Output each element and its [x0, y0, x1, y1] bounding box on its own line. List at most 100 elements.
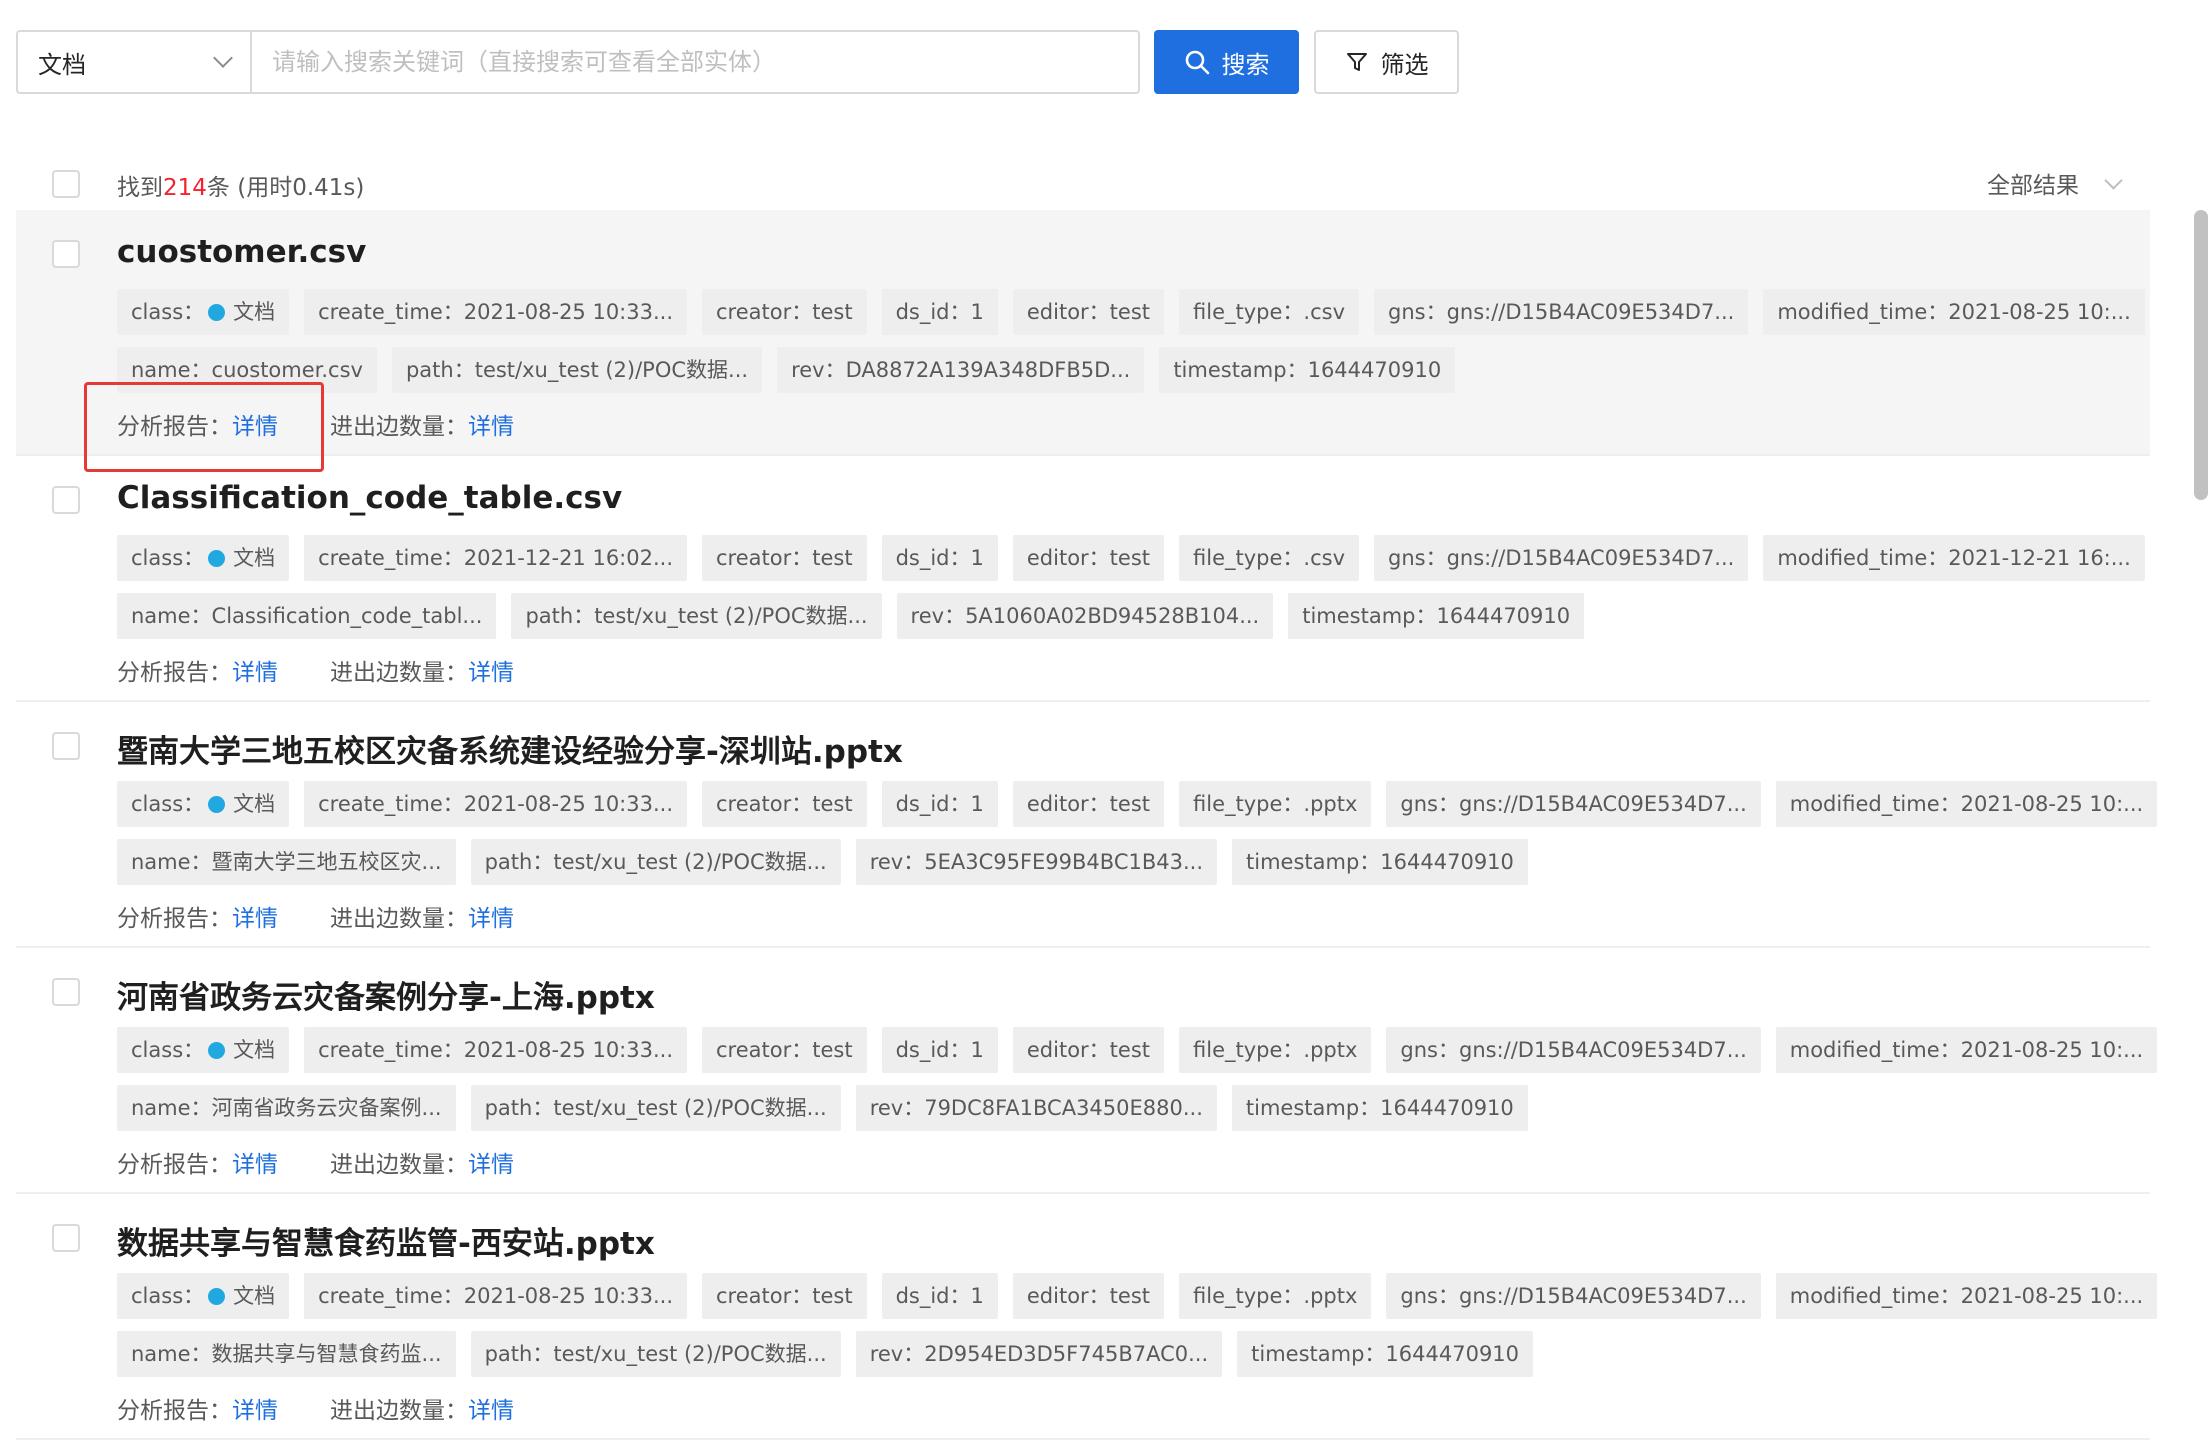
edge-count-link[interactable]: 详情: [468, 660, 514, 686]
property-tag: name：Classification_code_tabl...: [117, 593, 497, 639]
analysis-report: 分析报告：详情: [117, 653, 278, 687]
result-item[interactable]: 河南省政务云灾备案例分享-上海.pptx class： 文档 create_tim…: [16, 948, 2158, 1194]
property-tag: timestamp：1644470910: [1237, 1331, 1534, 1377]
search-icon: [1185, 50, 1209, 75]
property-tag: modified_time：2021-08-25 10:...: [1775, 1027, 2158, 1073]
property-tag: modified_time：2021-12-21 16:...: [1763, 535, 2145, 581]
property-tag: timestamp：1644470910: [1231, 1085, 1528, 1131]
result-item[interactable]: Classification_code_table.csv class： 文档 c…: [16, 456, 2150, 702]
search-input[interactable]: [250, 30, 1140, 94]
result-title[interactable]: Classification_code_table.csv: [117, 480, 622, 516]
highlight-annotation-box: [84, 382, 324, 472]
chevron-down-icon: [213, 48, 233, 68]
property-tag: editor：test: [1012, 781, 1165, 827]
result-item[interactable]: cuostomer.csv class： 文档 create_time：2021-…: [16, 210, 2150, 456]
analysis-report-label: 分析报告：: [117, 660, 232, 686]
count-suffix: 条 (用时0.41s): [206, 175, 365, 201]
filter-icon: [1346, 53, 1367, 71]
property-tag: create_time：2021-12-21 16:02...: [304, 535, 688, 581]
property-tag: editor：test: [1012, 1027, 1165, 1073]
class-dot-icon: [208, 549, 226, 567]
class-key: class：: [131, 546, 205, 570]
property-row: class： 文档 create_time：2021-08-25 10:33...…: [117, 1273, 2158, 1319]
property-tag: timestamp：1644470910: [1232, 839, 1528, 885]
edge-count-label: 进出边数量：: [330, 906, 468, 932]
property-tag: creator：test: [702, 535, 867, 581]
edge-count-link[interactable]: 详情: [468, 1398, 514, 1424]
analysis-report-label: 分析报告：: [117, 1398, 232, 1424]
property-tag: ds_id：1: [881, 1027, 998, 1073]
analysis-report: 分析报告：详情: [117, 1145, 278, 1179]
property-tag: editor：test: [1012, 289, 1165, 335]
result-links: 分析报告：详情 进出边数量：详情: [117, 899, 514, 933]
all-results-label: 全部结果: [1987, 173, 2079, 199]
class-key: class：: [131, 300, 205, 324]
property-tag: create_time：2021-08-25 10:33...: [304, 781, 688, 827]
edge-count-link[interactable]: 详情: [468, 906, 514, 932]
all-results-dropdown[interactable]: 全部结果: [1987, 166, 2123, 200]
result-item[interactable]: 暨南大学三地五校区灾备系统建设经验分享-深圳站.pptx class： 文档 cr…: [16, 702, 2158, 948]
edge-count: 进出边数量：详情: [330, 1391, 514, 1425]
result-title[interactable]: 数据共享与智慧食药监管-西安站.pptx: [117, 1218, 655, 1263]
class-value: 文档: [233, 546, 276, 570]
select-all-checkbox[interactable]: [52, 170, 80, 198]
class-value: 文档: [233, 1038, 276, 1062]
property-tag-class: class： 文档: [117, 1273, 290, 1319]
property-tag: path：test/xu_test (2)/POC数据...: [470, 1085, 841, 1131]
result-title[interactable]: 河南省政务云灾备案例分享-上海.pptx: [117, 972, 655, 1017]
result-checkbox[interactable]: [52, 732, 80, 760]
result-checkbox[interactable]: [52, 240, 80, 268]
scrollbar-thumb[interactable]: [2194, 210, 2208, 500]
edge-count-link[interactable]: 详情: [468, 414, 514, 440]
result-title[interactable]: cuostomer.csv: [117, 234, 366, 270]
chevron-down-icon: [2104, 170, 2123, 190]
property-tag: creator：test: [702, 289, 867, 335]
class-dot-icon: [208, 1287, 226, 1305]
property-tag: file_type：.csv: [1179, 289, 1359, 335]
property-tag: creator：test: [702, 1273, 867, 1319]
property-tag: ds_id：1: [881, 289, 998, 335]
property-row: class： 文档 create_time：2021-08-25 10:33...…: [117, 289, 2145, 335]
results-count-text: 找到214条 (用时0.41s): [117, 168, 364, 202]
result-checkbox[interactable]: [52, 486, 80, 514]
filter-button[interactable]: 筛选: [1314, 30, 1459, 94]
result-checkbox[interactable]: [52, 978, 80, 1006]
result-item[interactable]: 数据共享与智慧食药监管-西安站.pptx class： 文档 create_tim…: [16, 1194, 2158, 1440]
property-tag: editor：test: [1012, 535, 1165, 581]
property-tag: ds_id：1: [881, 1273, 998, 1319]
result-title[interactable]: 暨南大学三地五校区灾备系统建设经验分享-深圳站.pptx: [117, 726, 903, 771]
analysis-report-link[interactable]: 详情: [232, 1398, 278, 1424]
property-tag: name：河南省政务云灾备案例...: [117, 1085, 456, 1131]
property-row: name：Classification_code_tabl... path：te…: [117, 593, 1585, 639]
property-tag: name：暨南大学三地五校区灾...: [117, 839, 456, 885]
property-tag: rev：2D954ED3D5F745B7AC0...: [855, 1331, 1223, 1377]
edge-count-link[interactable]: 详情: [468, 1152, 514, 1178]
edge-count-label: 进出边数量：: [330, 660, 468, 686]
property-tag: gns：gns://D15B4AC09E534D7...: [1386, 1027, 1761, 1073]
property-tag: rev：5A1060A02BD94528B104...: [896, 593, 1274, 639]
filter-button-label: 筛选: [1380, 50, 1429, 79]
class-key: class：: [131, 1284, 205, 1308]
property-tag: ds_id：1: [881, 781, 998, 827]
analysis-report-link[interactable]: 详情: [232, 660, 278, 686]
result-links: 分析报告：详情 进出边数量：详情: [117, 1145, 514, 1179]
property-tag: creator：test: [702, 781, 867, 827]
edge-count-label: 进出边数量：: [330, 414, 468, 440]
property-tag: create_time：2021-08-25 10:33...: [304, 1273, 688, 1319]
analysis-report-label: 分析报告：: [117, 1152, 232, 1178]
analysis-report: 分析报告：详情: [117, 1391, 278, 1425]
class-key: class：: [131, 1038, 205, 1062]
property-tag-class: class： 文档: [117, 781, 290, 827]
analysis-report-link[interactable]: 详情: [232, 906, 278, 932]
analysis-report-link[interactable]: 详情: [232, 1152, 278, 1178]
result-count: 214: [163, 175, 207, 201]
property-tag: timestamp：1644470910: [1159, 347, 1456, 393]
property-tag-class: class： 文档: [117, 289, 290, 335]
property-row: class： 文档 create_time：2021-08-25 10:33...…: [117, 781, 2158, 827]
result-checkbox[interactable]: [52, 1224, 80, 1252]
entity-type-select[interactable]: 文档: [16, 30, 250, 94]
search-button[interactable]: 搜索: [1154, 30, 1299, 94]
edge-count: 进出边数量：详情: [330, 899, 514, 933]
property-row: name：河南省政务云灾备案例... path：test/xu_test (2)…: [117, 1085, 1528, 1131]
class-value: 文档: [233, 792, 276, 816]
